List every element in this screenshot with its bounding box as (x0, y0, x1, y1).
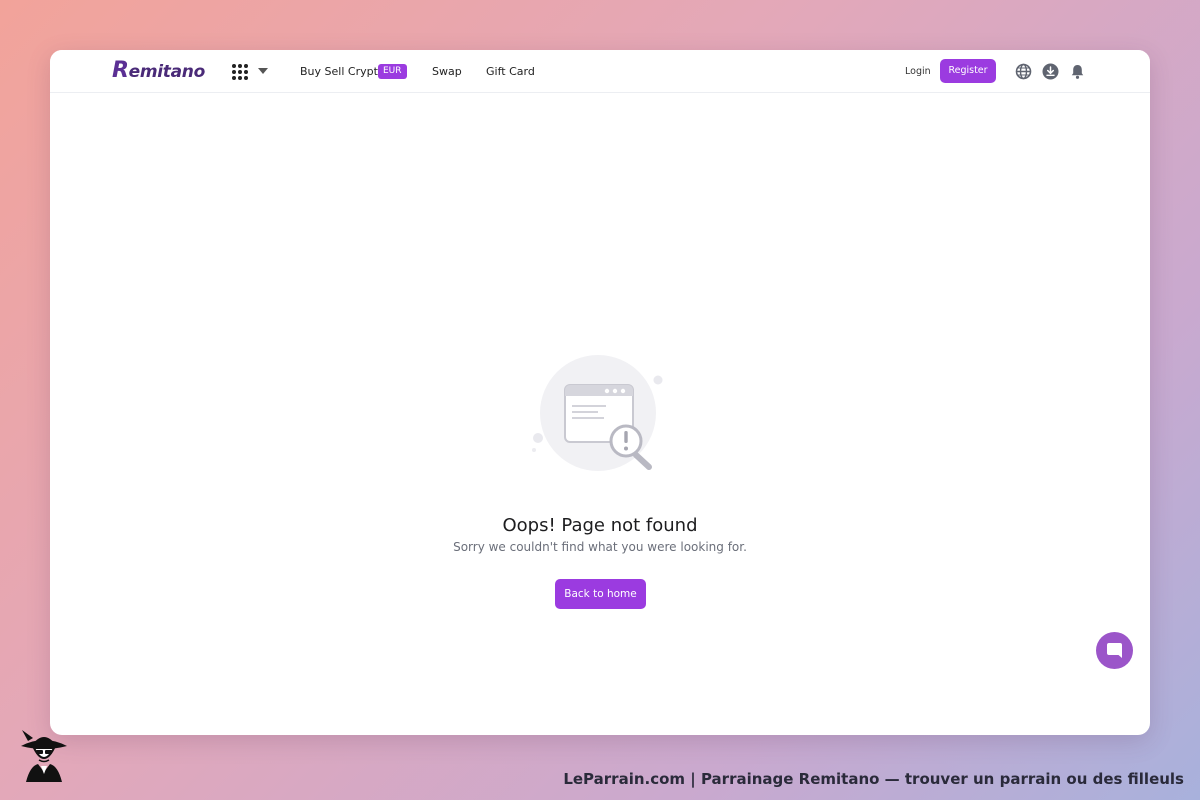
top-navbar: Remitano Buy Sell Crypto EUR Swap Gift C… (50, 50, 1150, 93)
error-title: Oops! Page not found (502, 515, 698, 536)
back-to-home-button[interactable]: Back to home (555, 579, 646, 609)
browser-window: Remitano Buy Sell Crypto EUR Swap Gift C… (50, 50, 1150, 735)
nav-buy-sell-crypto[interactable]: Buy Sell Crypto (300, 64, 385, 79)
remitano-logo[interactable]: Remitano (112, 59, 205, 83)
apps-grid-icon[interactable] (231, 63, 249, 81)
bell-icon[interactable] (1069, 63, 1086, 80)
login-link[interactable]: Login (905, 65, 931, 78)
download-icon[interactable] (1042, 63, 1059, 80)
nav-swap[interactable]: Swap (432, 64, 462, 79)
nav-gift-card[interactable]: Gift Card (486, 64, 535, 79)
caret-down-icon[interactable] (258, 68, 268, 74)
mascot-logo (21, 730, 67, 782)
currency-badge[interactable]: EUR (378, 64, 407, 79)
footer-caption: LeParrain.com | Parrainage Remitano — tr… (563, 770, 1184, 788)
error-message: Sorry we couldn't find what you were loo… (453, 540, 747, 554)
page-not-found-illustration (532, 355, 663, 471)
chat-support-button[interactable] (1096, 632, 1133, 669)
chat-bubble-icon (1107, 643, 1122, 658)
register-button[interactable]: Register (940, 59, 996, 83)
globe-icon[interactable] (1015, 63, 1032, 80)
